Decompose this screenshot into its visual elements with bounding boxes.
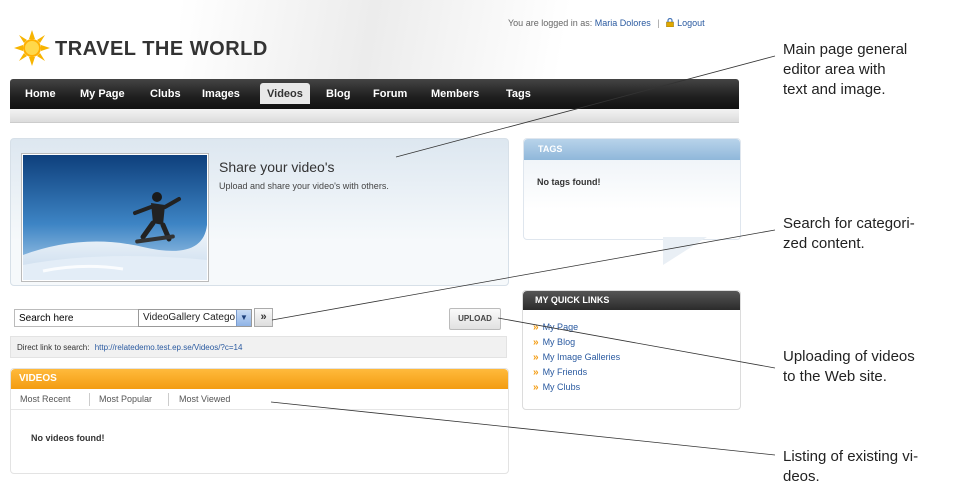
annotation-line: deos. xyxy=(783,468,820,485)
tab-most-viewed[interactable]: Most Viewed xyxy=(179,394,230,404)
sun-logo-icon xyxy=(14,30,50,66)
quick-link-label[interactable]: My Image Galleries xyxy=(543,352,621,362)
videos-panel: VIDEOS Most Recent Most Popular Most Vie… xyxy=(10,368,509,474)
nav-item-home[interactable]: Home xyxy=(25,88,56,100)
nav-item-blog[interactable]: Blog xyxy=(326,88,350,100)
quick-link-label[interactable]: My Blog xyxy=(543,337,576,347)
upload-button[interactable]: UPLOAD xyxy=(449,308,501,330)
logged-in-label: You are logged in as: xyxy=(508,18,593,28)
nav-item-my-page[interactable]: My Page xyxy=(80,88,125,100)
quick-link-my-friends[interactable]: » My Friends xyxy=(533,367,587,378)
tab-divider xyxy=(168,393,169,406)
chevron-right-icon: » xyxy=(533,322,539,333)
quick-link-label[interactable]: My Friends xyxy=(543,367,588,377)
nav-item-forum[interactable]: Forum xyxy=(373,88,407,100)
nav-item-images[interactable]: Images xyxy=(202,88,240,100)
search-input[interactable] xyxy=(14,309,144,327)
quick-link-label[interactable]: My Clubs xyxy=(543,382,581,392)
annotation-line: Listing of existing vi- xyxy=(783,448,919,465)
annotation-line: text and image. xyxy=(783,81,886,98)
annotation-line: Search for categori- xyxy=(783,215,915,232)
logout-link[interactable]: Logout xyxy=(677,18,705,28)
nav-item-tags[interactable]: Tags xyxy=(506,88,531,100)
annotation-line: editor area with xyxy=(783,61,886,78)
tab-divider xyxy=(89,393,90,406)
direct-link-label: Direct link to search: xyxy=(17,343,90,352)
nav-item-clubs[interactable]: Clubs xyxy=(150,88,181,100)
quick-link-label[interactable]: My Page xyxy=(543,322,579,332)
direct-link-bar: Direct link to search: http://relatedemo… xyxy=(10,336,507,358)
search-go-button[interactable]: » xyxy=(254,308,273,327)
chevron-down-icon[interactable]: ▼ xyxy=(236,310,251,326)
annotation-search: Search for categori- zed content. xyxy=(783,214,915,254)
chevron-right-icon: » xyxy=(533,352,539,363)
annotation-listing: Listing of existing vi- deos. xyxy=(783,447,918,487)
web-page: TRAVEL THE WORLD You are logged in as: M… xyxy=(0,0,750,490)
annotation-line: Uploading of videos xyxy=(783,348,915,365)
login-separator: | xyxy=(657,18,660,28)
no-videos-message: No videos found! xyxy=(31,433,105,443)
no-tags-message: No tags found! xyxy=(537,177,601,187)
direct-link-url[interactable]: http://relatedemo.test.ep.se/Videos/?c=1… xyxy=(95,343,243,352)
category-selected-value: VideoGallery Catego xyxy=(143,312,235,323)
annotation-editor: Main page general editor area with text … xyxy=(783,40,907,100)
chevron-right-icon: » xyxy=(533,382,539,393)
chevron-right-icon: » xyxy=(533,337,539,348)
tags-panel: TAGS No tags found! xyxy=(523,138,741,240)
chevron-right-icon: » xyxy=(533,367,539,378)
user-name-link[interactable]: Maria Dolores xyxy=(595,18,651,28)
annotation-line: to the Web site. xyxy=(783,368,887,385)
quick-link-my-blog[interactable]: » My Blog xyxy=(533,337,575,348)
quick-link-my-clubs[interactable]: » My Clubs xyxy=(533,382,580,393)
site-title[interactable]: TRAVEL THE WORLD xyxy=(55,38,268,61)
tags-header: TAGS xyxy=(524,139,740,160)
videos-header: VIDEOS xyxy=(11,369,508,389)
quick-link-my-image-galleries[interactable]: » My Image Galleries xyxy=(533,352,620,363)
annotation-line: Main page general xyxy=(783,41,908,58)
videos-tabs: Most Recent Most Popular Most Viewed xyxy=(11,389,508,410)
quick-links-panel: MY QUICK LINKS » My Page » My Blog » My Ima… xyxy=(522,290,741,410)
tab-most-popular[interactable]: Most Popular xyxy=(99,394,152,404)
annotation-line: zed content. xyxy=(783,235,865,252)
editor-description: Upload and share your video's with other… xyxy=(219,181,389,191)
nav-item-members[interactable]: Members xyxy=(431,88,479,100)
editor-area: Share your video's Upload and share your… xyxy=(10,138,509,286)
main-nav: Home My Page Clubs Images Videos Blog Fo… xyxy=(10,79,739,109)
quick-links-header: MY QUICK LINKS xyxy=(523,291,740,310)
snowboard-photo xyxy=(21,153,209,282)
login-status: You are logged in as: Maria Dolores | Lo… xyxy=(508,18,705,28)
nav-item-videos[interactable]: Videos xyxy=(260,83,310,104)
editor-title: Share your video's xyxy=(219,159,335,175)
annotation-upload: Uploading of videos to the Web site. xyxy=(783,347,915,387)
tab-most-recent[interactable]: Most Recent xyxy=(20,394,71,404)
lock-icon xyxy=(666,18,674,27)
tags-speech-tail xyxy=(663,237,707,265)
category-select[interactable]: VideoGallery Catego ▼ xyxy=(138,309,252,327)
quick-link-my-page[interactable]: » My Page xyxy=(533,322,578,333)
subnav-bar xyxy=(10,109,739,123)
